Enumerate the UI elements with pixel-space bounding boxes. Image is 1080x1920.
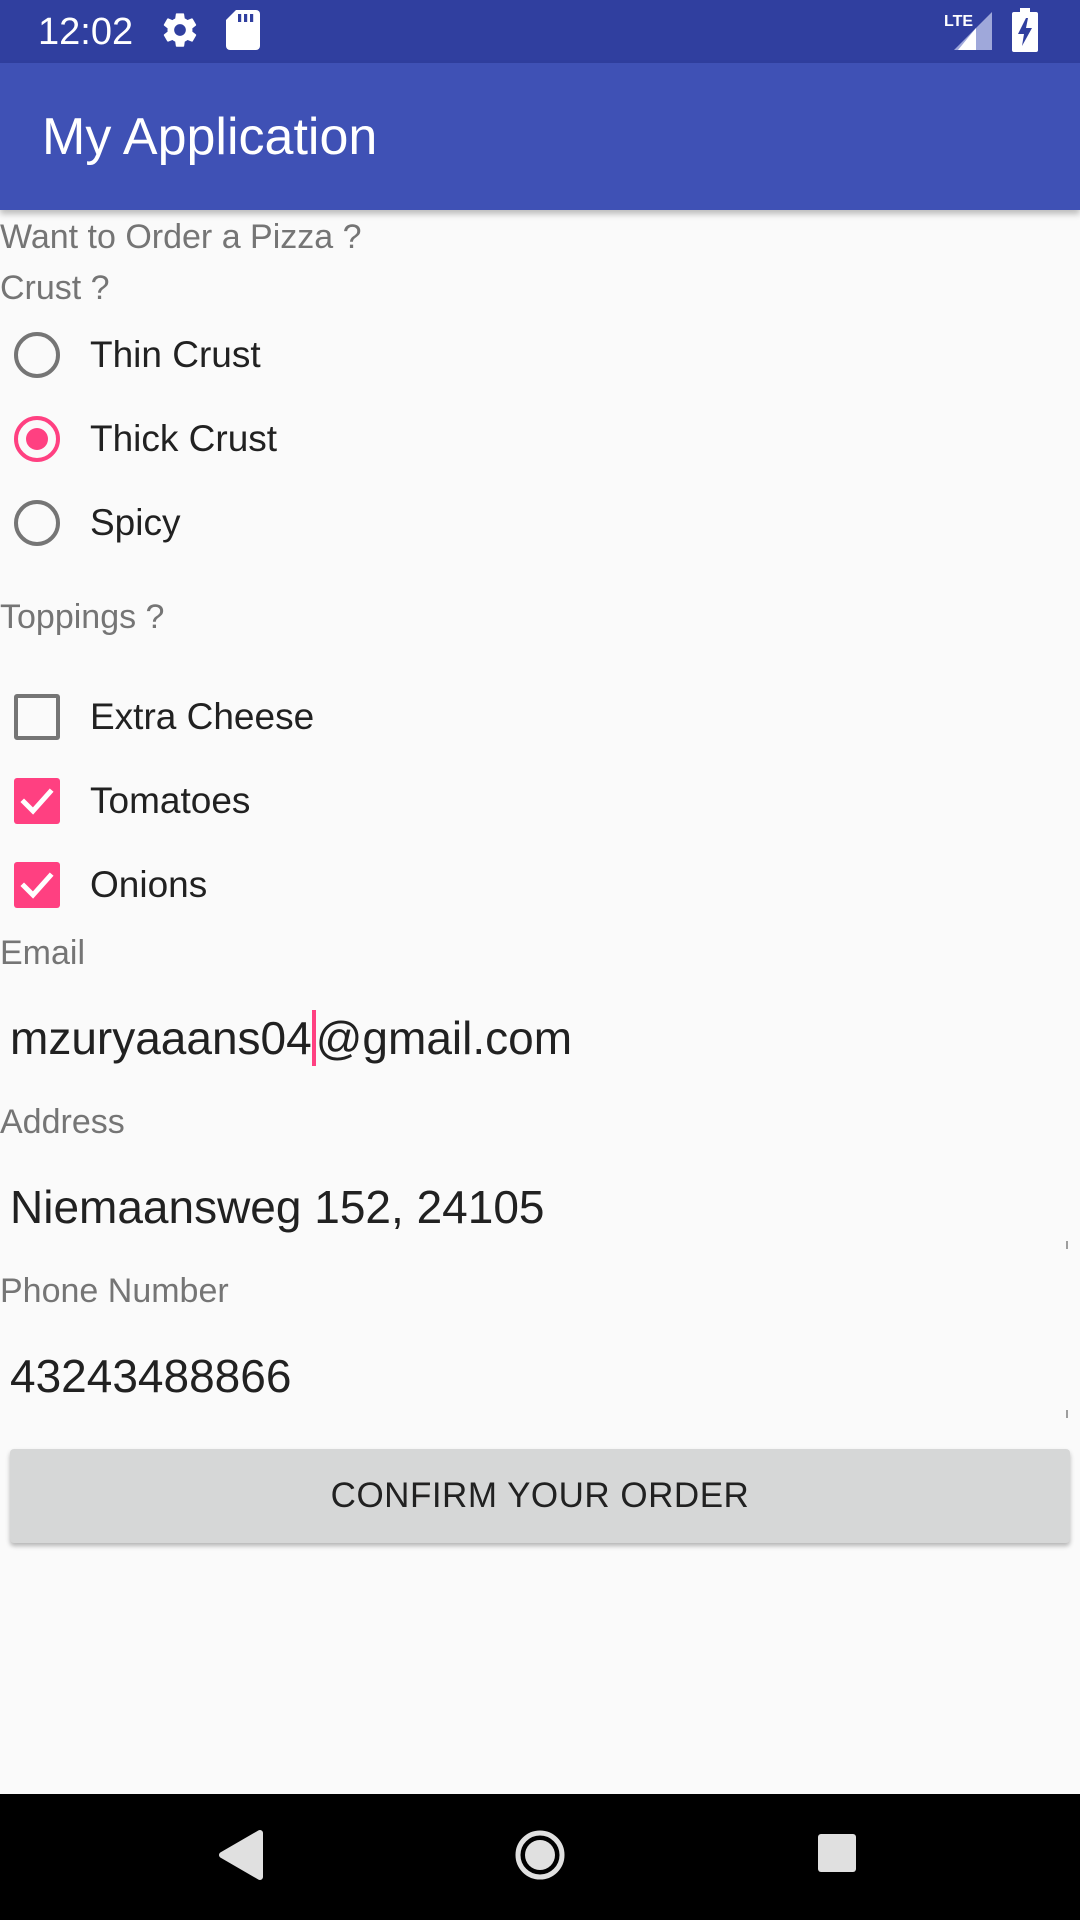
address-value[interactable]: Niemaansweg 152, 24105: [10, 1179, 544, 1235]
app-title: My Application: [42, 108, 378, 166]
toppings-label: Toppings ?: [0, 598, 165, 636]
home-icon[interactable]: [514, 1829, 566, 1886]
email-text-before-cursor: mzuryaaans04: [10, 1012, 312, 1064]
navigation-bar: [0, 1794, 1080, 1920]
radio-button-checked[interactable]: [14, 416, 60, 462]
screen: 12:02 LTE My Application Want to Order a…: [0, 0, 1080, 1920]
address-label: Address: [0, 1103, 125, 1141]
phone-label: Phone Number: [0, 1272, 229, 1310]
status-bar: 12:02 LTE: [0, 0, 1080, 63]
checkbox-label: Tomatoes: [90, 780, 251, 821]
crust-label: Crust ?: [0, 269, 110, 307]
checkmark-icon: [20, 788, 54, 815]
phone-value[interactable]: 43243488866: [10, 1348, 291, 1404]
checkbox-onions[interactable]: Onions: [14, 849, 207, 921]
email-field[interactable]: mzuryaaans04@gmail.com: [10, 1000, 1070, 1080]
order-heading: Want to Order a Pizza ?: [0, 218, 362, 256]
battery-charging-icon: [1012, 8, 1038, 57]
confirm-order-button[interactable]: CONFIRM YOUR ORDER: [10, 1449, 1070, 1543]
radio-label: Spicy: [90, 502, 181, 543]
field-underline: [1066, 1410, 1068, 1418]
back-icon[interactable]: [218, 1829, 264, 1886]
phone-field[interactable]: 43243488866: [10, 1338, 1070, 1418]
checkbox-extra-cheese[interactable]: Extra Cheese: [14, 681, 314, 753]
checkbox-checked[interactable]: [14, 862, 60, 908]
status-time: 12:02: [38, 11, 134, 53]
email-text-after-cursor: @gmail.com: [315, 1012, 573, 1064]
radio-label: Thin Crust: [90, 334, 261, 375]
email-value[interactable]: mzuryaaans04@gmail.com: [10, 1010, 572, 1066]
checkbox-label: Onions: [90, 864, 208, 905]
app-bar: My Application: [0, 63, 1080, 210]
lte-label: LTE: [944, 13, 973, 30]
checkmark-icon: [20, 872, 54, 899]
radio-button-unchecked[interactable]: [14, 332, 60, 378]
checkbox-unchecked[interactable]: [14, 694, 60, 740]
lte-signal-icon: LTE: [944, 8, 994, 57]
gear-icon: [160, 10, 200, 55]
address-field[interactable]: Niemaansweg 152, 24105: [10, 1169, 1070, 1249]
sd-card-icon: [226, 10, 260, 55]
recents-icon[interactable]: [816, 1832, 858, 1879]
radio-thick-crust[interactable]: Thick Crust: [14, 403, 277, 475]
email-label: Email: [0, 934, 86, 972]
checkbox-checked[interactable]: [14, 778, 60, 824]
radio-spicy[interactable]: Spicy: [14, 487, 180, 559]
radio-thin-crust[interactable]: Thin Crust: [14, 319, 261, 391]
checkbox-label: Extra Cheese: [90, 696, 315, 737]
checkbox-tomatoes[interactable]: Tomatoes: [14, 765, 250, 837]
radio-button-unchecked[interactable]: [14, 500, 60, 546]
radio-label: Thick Crust: [90, 418, 278, 459]
field-underline: [1066, 1241, 1068, 1249]
